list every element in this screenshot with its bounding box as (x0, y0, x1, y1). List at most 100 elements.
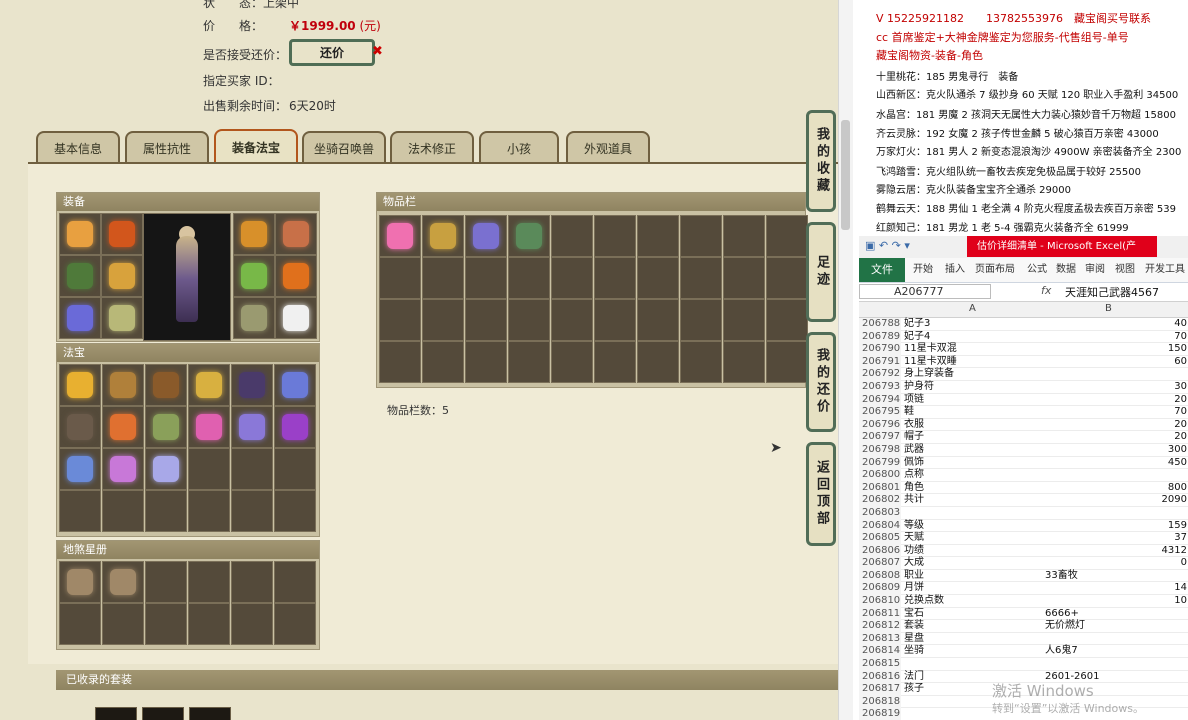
empty-slot[interactable] (59, 490, 101, 532)
tab-basic-info[interactable]: 基本信息 (36, 131, 120, 163)
empty-slot[interactable] (379, 341, 421, 383)
row-number[interactable]: 206811 (859, 607, 901, 621)
row-number[interactable]: 206789 (859, 330, 901, 344)
page-scrollbar[interactable] (838, 0, 853, 720)
empty-slot[interactable] (723, 299, 765, 341)
table-row[interactable]: 206799 佩饰 450 (859, 456, 1188, 470)
table-row[interactable]: 206811 宝石 6666+ (859, 607, 1188, 621)
cell-a[interactable]: 月饼 (904, 582, 1042, 595)
row-number[interactable]: 206814 (859, 645, 901, 659)
ribbon-tab-home[interactable]: 开始 (913, 258, 933, 282)
column-header-b[interactable]: B (1105, 303, 1112, 314)
empty-slot[interactable] (551, 257, 593, 299)
cell-a[interactable]: 大成 (904, 557, 1042, 570)
ribbon-tab-review[interactable]: 审阅 (1085, 258, 1105, 282)
formula-input[interactable]: 天涯知己武器4567 (1065, 284, 1159, 300)
cell-b[interactable]: 150 (1045, 343, 1187, 356)
cell-a[interactable]: 鞋 (904, 406, 1042, 419)
row-number[interactable]: 206807 (859, 557, 901, 570)
row-number[interactable]: 206797 (859, 431, 901, 444)
weapon-slot[interactable] (59, 255, 101, 297)
table-row[interactable]: 206790 11星卡双混 150 (859, 343, 1188, 356)
accessory-slot-3[interactable] (233, 255, 275, 297)
cell-a[interactable]: 天赋 (904, 532, 1042, 545)
empty-slot[interactable] (102, 603, 144, 645)
row-number[interactable]: 206803 (859, 506, 901, 520)
inventory-slot[interactable] (508, 215, 550, 257)
ribbon-tab-page-layout[interactable]: 页面布局 (975, 258, 1015, 282)
row-number[interactable]: 206800 (859, 469, 901, 482)
cell-a[interactable]: 帽子 (904, 431, 1042, 444)
cell-b[interactable]: 20 (1045, 419, 1187, 432)
row-number[interactable]: 206801 (859, 481, 901, 495)
cell-b[interactable]: 4312 (1045, 545, 1187, 558)
necklace-slot[interactable] (101, 213, 143, 255)
row-number[interactable]: 206818 (859, 695, 901, 709)
cell-a[interactable]: 星盘 (904, 633, 1042, 646)
shoes-slot[interactable] (101, 297, 143, 339)
empty-slot[interactable] (231, 603, 273, 645)
ribbon-tab-formulas[interactable]: 公式 (1027, 258, 1047, 282)
empty-slot[interactable] (637, 341, 679, 383)
cell-b[interactable]: 6666+ (1045, 608, 1187, 621)
treasure-slot[interactable] (59, 406, 101, 448)
ribbon-tab-insert[interactable]: 插入 (945, 258, 965, 282)
table-row[interactable]: 206804 等级 159 (859, 519, 1188, 533)
empty-slot[interactable] (637, 299, 679, 341)
treasure-slot[interactable] (145, 364, 187, 406)
tab-mounts-pets[interactable]: 坐骑召唤兽 (302, 131, 386, 163)
table-row[interactable]: 206813 星盘 (859, 632, 1188, 646)
empty-slot[interactable] (145, 603, 187, 645)
empty-slot[interactable] (551, 299, 593, 341)
table-row[interactable]: 206805 天赋 37 (859, 532, 1188, 545)
accessory-slot-2[interactable] (275, 213, 317, 255)
empty-slot[interactable] (379, 299, 421, 341)
cell-a[interactable]: 职业 (904, 570, 1042, 583)
haggle-button[interactable]: 还价 (289, 39, 375, 66)
row-number[interactable]: 206817 (859, 683, 901, 696)
row-number[interactable]: 206798 (859, 443, 901, 457)
ribbon-tab-developer[interactable]: 开发工具 (1145, 258, 1185, 282)
treasure-slot[interactable] (188, 364, 230, 406)
table-row[interactable]: 206801 角色 800 (859, 481, 1188, 495)
cell-b[interactable]: 33畜牧 (1045, 570, 1187, 583)
close-icon[interactable]: ✖ (372, 44, 383, 59)
column-header-a[interactable]: A (969, 303, 976, 314)
empty-slot[interactable] (274, 448, 316, 490)
treasure-slot[interactable] (145, 406, 187, 448)
cell-b[interactable]: 2090 (1045, 494, 1187, 507)
row-number[interactable]: 206799 (859, 456, 901, 470)
table-row[interactable]: 206795 鞋 70 (859, 406, 1188, 419)
empty-slot[interactable] (637, 257, 679, 299)
empty-slot[interactable] (594, 299, 636, 341)
table-row[interactable]: 206794 项链 20 (859, 393, 1188, 407)
empty-slot[interactable] (274, 603, 316, 645)
empty-slot[interactable] (145, 561, 187, 603)
table-row[interactable]: 206798 武器 300 (859, 443, 1188, 457)
empty-slot[interactable] (145, 490, 187, 532)
empty-slot[interactable] (188, 561, 230, 603)
tab-equipment[interactable]: 装备法宝 (214, 129, 298, 163)
row-number[interactable]: 206808 (859, 569, 901, 583)
empty-slot[interactable] (231, 561, 273, 603)
row-number[interactable]: 206819 (859, 708, 901, 720)
empty-slot[interactable] (637, 215, 679, 257)
table-row[interactable]: 206814 坐骑 人6鬼7 (859, 645, 1188, 659)
empty-slot[interactable] (188, 490, 230, 532)
my-favorites-button[interactable]: 我的收藏 (806, 110, 836, 212)
cell-b[interactable]: 159 (1045, 520, 1187, 533)
treasure-slot[interactable] (188, 406, 230, 448)
cell-a[interactable]: 功绩 (904, 545, 1042, 558)
cell-a[interactable]: 妃子3 (904, 318, 1042, 331)
cell-b[interactable]: 人6鬼7 (1045, 645, 1187, 658)
ribbon-tab-file[interactable]: 文件 (859, 258, 905, 282)
table-row[interactable]: 206803 (859, 506, 1188, 520)
star-slot[interactable] (102, 561, 144, 603)
empty-slot[interactable] (680, 215, 722, 257)
cell-a[interactable]: 角色 (904, 482, 1042, 495)
cell-a[interactable]: 11星卡双睡 (904, 356, 1042, 369)
table-row[interactable]: 206808 职业 33畜牧 (859, 569, 1188, 583)
cell-a[interactable]: 等级 (904, 520, 1042, 533)
cell-b[interactable]: 60 (1045, 356, 1187, 369)
table-row[interactable]: 206815 (859, 658, 1188, 671)
